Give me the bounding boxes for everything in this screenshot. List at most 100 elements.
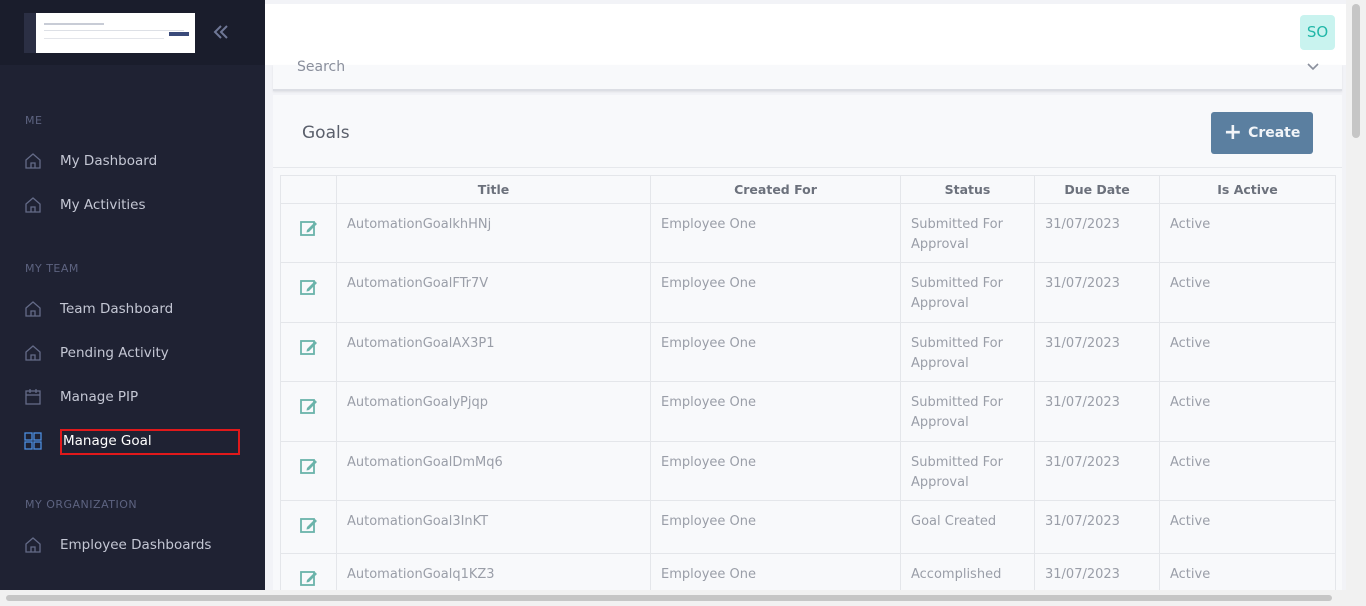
goal-is-active: Active [1159,441,1336,501]
edit-cell [280,203,337,263]
sidebar-item-team-dashboard[interactable]: Team Dashboard [0,291,265,327]
edit-icon[interactable] [299,277,319,297]
sidebar-item-pending-activity[interactable]: Pending Activity [0,335,265,371]
sidebar-item-label: My Activities [60,197,146,213]
section-label-my-organization: MY ORGANIZATION [25,498,138,511]
goal-created-for: Employee One [650,203,901,263]
goal-status: Submitted For Approval [900,203,1035,263]
logo-area [0,0,265,65]
home-icon [24,196,42,214]
vertical-scrollbar-thumb[interactable] [1352,4,1360,138]
goal-title: AutomationGoalDmMq6 [336,441,651,501]
goal-title: AutomationGoalAX3P1 [336,322,651,382]
goal-created-for: Employee One [650,553,901,590]
vertical-scrollbar[interactable] [1346,0,1366,606]
goal-status: Submitted For Approval [900,322,1035,382]
home-icon [24,344,42,362]
edit-cell [280,500,337,554]
goal-title: AutomationGoal3InKT [336,500,651,554]
edit-icon[interactable] [299,218,319,238]
table-row: AutomationGoalAX3P1 Employee One Submitt… [280,322,1336,382]
edit-cell [280,553,337,590]
goal-title: AutomationGoalkhHNj [336,203,651,263]
grid-icon [24,432,42,450]
goal-status: Goal Created [900,500,1035,554]
avatar[interactable]: SO [1300,15,1335,50]
sidebar-item-label: Employee Dashboards [60,537,212,553]
sidebar-item-manage-pip[interactable]: Manage PIP [0,379,265,415]
sidebar-item-my-dashboard[interactable]: My Dashboard [0,143,265,179]
column-header-created-for[interactable]: Created For [650,175,901,204]
edit-icon[interactable] [299,568,319,588]
goal-due-date: 31/07/2023 [1034,322,1160,382]
top-bar: SO [265,4,1346,65]
edit-cell [280,441,337,501]
chevron-down-icon[interactable] [1306,59,1320,78]
table-row: AutomationGoalq1KZ3 Employee One Accompl… [280,553,1336,590]
edit-icon[interactable] [299,456,319,476]
calendar-icon [24,388,42,406]
page-title: Goals [302,123,350,143]
sidebar-item-employee-dashboards[interactable]: Employee Dashboards [0,527,265,563]
create-button-label: Create [1248,125,1301,141]
sidebar-item-label: Pending Activity [60,345,169,361]
goals-panel: Goals + Create Title Created For Status … [273,95,1342,590]
edit-cell [280,381,337,442]
edit-cell [280,262,337,323]
horizontal-scrollbar-thumb[interactable] [6,595,1332,601]
section-label-my-team: MY TEAM [25,262,79,275]
highlight-box [60,429,240,455]
table-row: AutomationGoal3InKT Employee One Goal Cr… [280,500,1336,554]
goal-status: Submitted For Approval [900,381,1035,442]
goal-due-date: 31/07/2023 [1034,553,1160,590]
horizontal-scrollbar[interactable] [0,590,1346,606]
company-logo [24,13,195,53]
sidebar-item-my-activities[interactable]: My Activities [0,187,265,223]
goal-due-date: 31/07/2023 [1034,381,1160,442]
goal-status: Submitted For Approval [900,441,1035,501]
table-header-row: Title Created For Status Due Date Is Act… [280,175,1336,204]
goal-is-active: Active [1159,553,1336,590]
edit-icon[interactable] [299,515,319,535]
column-header-edit [280,175,337,204]
column-header-due-date[interactable]: Due Date [1034,175,1160,204]
goal-is-active: Active [1159,381,1336,442]
section-label-me: ME [25,114,43,127]
sidebar: ME My Dashboard My Activities MY TEAM Te… [0,0,265,606]
divider [273,167,1342,168]
edit-icon[interactable] [299,337,319,357]
goal-title: AutomationGoalFTr7V [336,262,651,323]
home-icon [24,536,42,554]
column-header-is-active[interactable]: Is Active [1159,175,1336,204]
edit-icon[interactable] [299,396,319,416]
goal-created-for: Employee One [650,441,901,501]
column-header-status[interactable]: Status [900,175,1035,204]
sidebar-item-label: Team Dashboard [60,301,174,317]
column-header-title[interactable]: Title [336,175,651,204]
goal-is-active: Active [1159,322,1336,382]
collapse-sidebar-icon[interactable] [210,20,232,44]
table-row: AutomationGoalFTr7V Employee One Submitt… [280,262,1336,323]
goal-due-date: 31/07/2023 [1034,441,1160,501]
goal-status: Accomplished [900,553,1035,590]
edit-cell [280,322,337,382]
goal-title: AutomationGoalyPjqp [336,381,651,442]
goal-created-for: Employee One [650,381,901,442]
table-row: AutomationGoalDmMq6 Employee One Submitt… [280,441,1336,501]
table-row: AutomationGoalyPjqp Employee One Submitt… [280,381,1336,442]
create-goal-button[interactable]: + Create [1211,112,1313,154]
search-panel[interactable]: Search [273,59,1342,91]
goal-due-date: 31/07/2023 [1034,203,1160,263]
goal-due-date: 31/07/2023 [1034,500,1160,554]
goal-is-active: Active [1159,262,1336,323]
sidebar-item-label: My Dashboard [60,153,158,169]
plus-icon: + [1223,120,1243,145]
goal-is-active: Active [1159,203,1336,263]
home-icon [24,300,42,318]
goals-table: Title Created For Status Due Date Is Act… [280,175,1336,590]
table-row: AutomationGoalkhHNj Employee One Submitt… [280,203,1336,263]
sidebar-item-label: Manage PIP [60,389,139,405]
goal-title: AutomationGoalq1KZ3 [336,553,651,590]
goal-created-for: Employee One [650,322,901,382]
search-panel-label: Search [297,59,346,75]
